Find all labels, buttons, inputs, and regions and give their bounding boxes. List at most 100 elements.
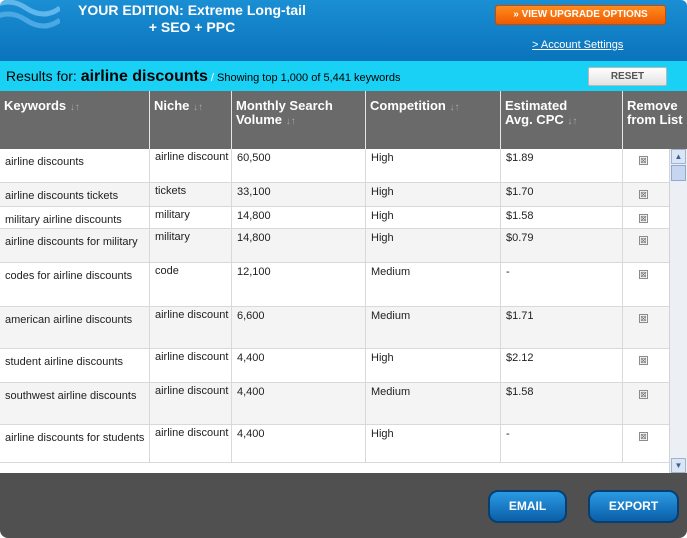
- cpc-cell: $1.89: [501, 149, 623, 182]
- view-upgrade-options-button[interactable]: » VIEW UPGRADE OPTIONS: [495, 5, 666, 25]
- table-scrollbar[interactable]: ▲ ▼: [669, 149, 687, 473]
- remove-cell: ⊠: [623, 149, 669, 182]
- table-row: southwest airline discounts airline disco…: [0, 383, 669, 425]
- table-header: Keywords ↓↑ Niche ↓↑ Monthly Search Volu…: [0, 91, 687, 149]
- competition-cell: High: [366, 183, 501, 206]
- sort-icon: ↓↑: [69, 102, 80, 113]
- remove-cell: ⊠: [623, 183, 669, 206]
- competition-cell: High: [366, 349, 501, 382]
- keyword-cell: airline discounts for military: [0, 229, 150, 262]
- competition-cell: High: [366, 425, 501, 462]
- results-label: Results for: airline discounts / Showing…: [6, 68, 401, 86]
- niche-cell: code: [150, 263, 232, 306]
- column-header-keywords[interactable]: Keywords ↓↑: [0, 91, 150, 149]
- remove-cell: ⊠: [623, 229, 669, 262]
- competition-cell: High: [366, 207, 501, 228]
- remove-cell: ⊠: [623, 349, 669, 382]
- results-prefix: Results for:: [6, 68, 77, 84]
- footer-bar: [0, 473, 687, 538]
- niche-cell: airline discount: [150, 307, 232, 348]
- edition-line-2: + SEO + PPC: [148, 19, 236, 35]
- sort-icon: ↓↑: [193, 102, 204, 113]
- remove-cell: ⊠: [623, 383, 669, 424]
- keyword-cell: student airline discounts: [0, 349, 150, 382]
- results-keyword: airline discounts: [80, 68, 208, 85]
- niche-cell: tickets: [150, 183, 232, 206]
- column-header-estimated-cpc[interactable]: Estimated Avg. CPC ↓↑: [501, 91, 623, 149]
- keyword-cell: codes for airline discounts: [0, 263, 150, 306]
- keyword-table: airline discounts airline discount 60,500 H…: [0, 149, 669, 473]
- remove-cell: ⊠: [623, 263, 669, 306]
- remove-checkbox-icon[interactable]: ⊠: [639, 214, 648, 223]
- remove-checkbox-icon[interactable]: ⊠: [639, 270, 648, 279]
- cpc-cell: -: [501, 263, 623, 306]
- table-row: airline discounts for students airline di…: [0, 425, 669, 463]
- keyword-cell: american airline discounts: [0, 307, 150, 348]
- edition-line-1: YOUR EDITION: Extreme Long-tail: [78, 2, 306, 18]
- table-row: airline discounts tickets tickets 33,100 Hi…: [0, 183, 669, 207]
- niche-cell: airline discount: [150, 383, 232, 424]
- volume-cell: 4,400: [232, 349, 366, 382]
- remove-cell: ⊠: [623, 307, 669, 348]
- remove-checkbox-icon[interactable]: ⊠: [639, 236, 648, 245]
- reset-button[interactable]: RESET: [588, 67, 667, 86]
- niche-cell: airline discount: [150, 349, 232, 382]
- volume-cell: 33,100: [232, 183, 366, 206]
- niche-cell: airline discount: [150, 149, 232, 182]
- volume-cell: 60,500: [232, 149, 366, 182]
- account-settings-link[interactable]: > Account Settings: [532, 39, 623, 51]
- cpc-cell: $0.79: [501, 229, 623, 262]
- results-bar: Results for: airline discounts / Showing…: [0, 61, 687, 91]
- volume-cell: 14,800: [232, 229, 366, 262]
- cpc-cell: $1.71: [501, 307, 623, 348]
- volume-cell: 4,400: [232, 383, 366, 424]
- competition-cell: High: [366, 149, 501, 182]
- column-header-niche[interactable]: Niche ↓↑: [150, 91, 232, 149]
- remove-cell: ⊠: [623, 207, 669, 228]
- sort-icon: ↓↑: [285, 116, 296, 127]
- niche-cell: military: [150, 229, 232, 262]
- email-button[interactable]: EMAIL: [488, 490, 567, 523]
- cpc-cell: $2.12: [501, 349, 623, 382]
- column-header-monthly-search-volume[interactable]: Monthly Search Volume ↓↑: [232, 91, 366, 149]
- competition-cell: Medium: [366, 263, 501, 306]
- keyword-cell: military airline discounts: [0, 207, 150, 228]
- volume-cell: 12,100: [232, 263, 366, 306]
- niche-cell: airline discount: [150, 425, 232, 462]
- volume-cell: 6,600: [232, 307, 366, 348]
- cpc-cell: $1.70: [501, 183, 623, 206]
- scroll-down-arrow-icon[interactable]: ▼: [671, 458, 686, 473]
- results-showing: / Showing top 1,000 of 5,441 keywords: [207, 72, 401, 84]
- keyword-cell: airline discounts: [0, 149, 150, 182]
- keyword-cell: airline discounts for students: [0, 425, 150, 462]
- remove-cell: ⊠: [623, 425, 669, 462]
- niche-cell: military: [150, 207, 232, 228]
- remove-checkbox-icon[interactable]: ⊠: [639, 432, 648, 441]
- table-row: military airline discounts military 14,800…: [0, 207, 669, 229]
- competition-cell: Medium: [366, 307, 501, 348]
- remove-checkbox-icon[interactable]: ⊠: [639, 390, 648, 399]
- table-row: student airline discounts airline discoun…: [0, 349, 669, 383]
- scroll-up-arrow-icon[interactable]: ▲: [671, 149, 686, 164]
- scrollbar-thumb[interactable]: [671, 165, 686, 181]
- remove-checkbox-icon[interactable]: ⊠: [639, 356, 648, 365]
- column-header-remove: Remove from List: [627, 98, 683, 127]
- remove-checkbox-icon[interactable]: ⊠: [639, 314, 648, 323]
- table-row: airline discounts airline discount 60,500 H…: [0, 149, 669, 183]
- competition-cell: Medium: [366, 383, 501, 424]
- remove-checkbox-icon[interactable]: ⊠: [639, 156, 648, 165]
- table-row: american airline discounts airline discou…: [0, 307, 669, 349]
- export-button[interactable]: EXPORT: [588, 490, 679, 523]
- table-row: airline discounts for military military 14…: [0, 229, 669, 263]
- competition-cell: High: [366, 229, 501, 262]
- column-header-competition[interactable]: Competition ↓↑: [366, 91, 501, 149]
- cpc-cell: $1.58: [501, 383, 623, 424]
- keyword-cell: airline discounts tickets: [0, 183, 150, 206]
- edition-title: YOUR EDITION: Extreme Long-tail + SEO + …: [62, 2, 322, 36]
- sort-icon: ↓↑: [449, 102, 460, 113]
- keyword-cell: southwest airline discounts: [0, 383, 150, 424]
- remove-checkbox-icon[interactable]: ⊠: [639, 190, 648, 199]
- volume-cell: 14,800: [232, 207, 366, 228]
- cpc-cell: -: [501, 425, 623, 462]
- sort-icon: ↓↑: [567, 116, 578, 127]
